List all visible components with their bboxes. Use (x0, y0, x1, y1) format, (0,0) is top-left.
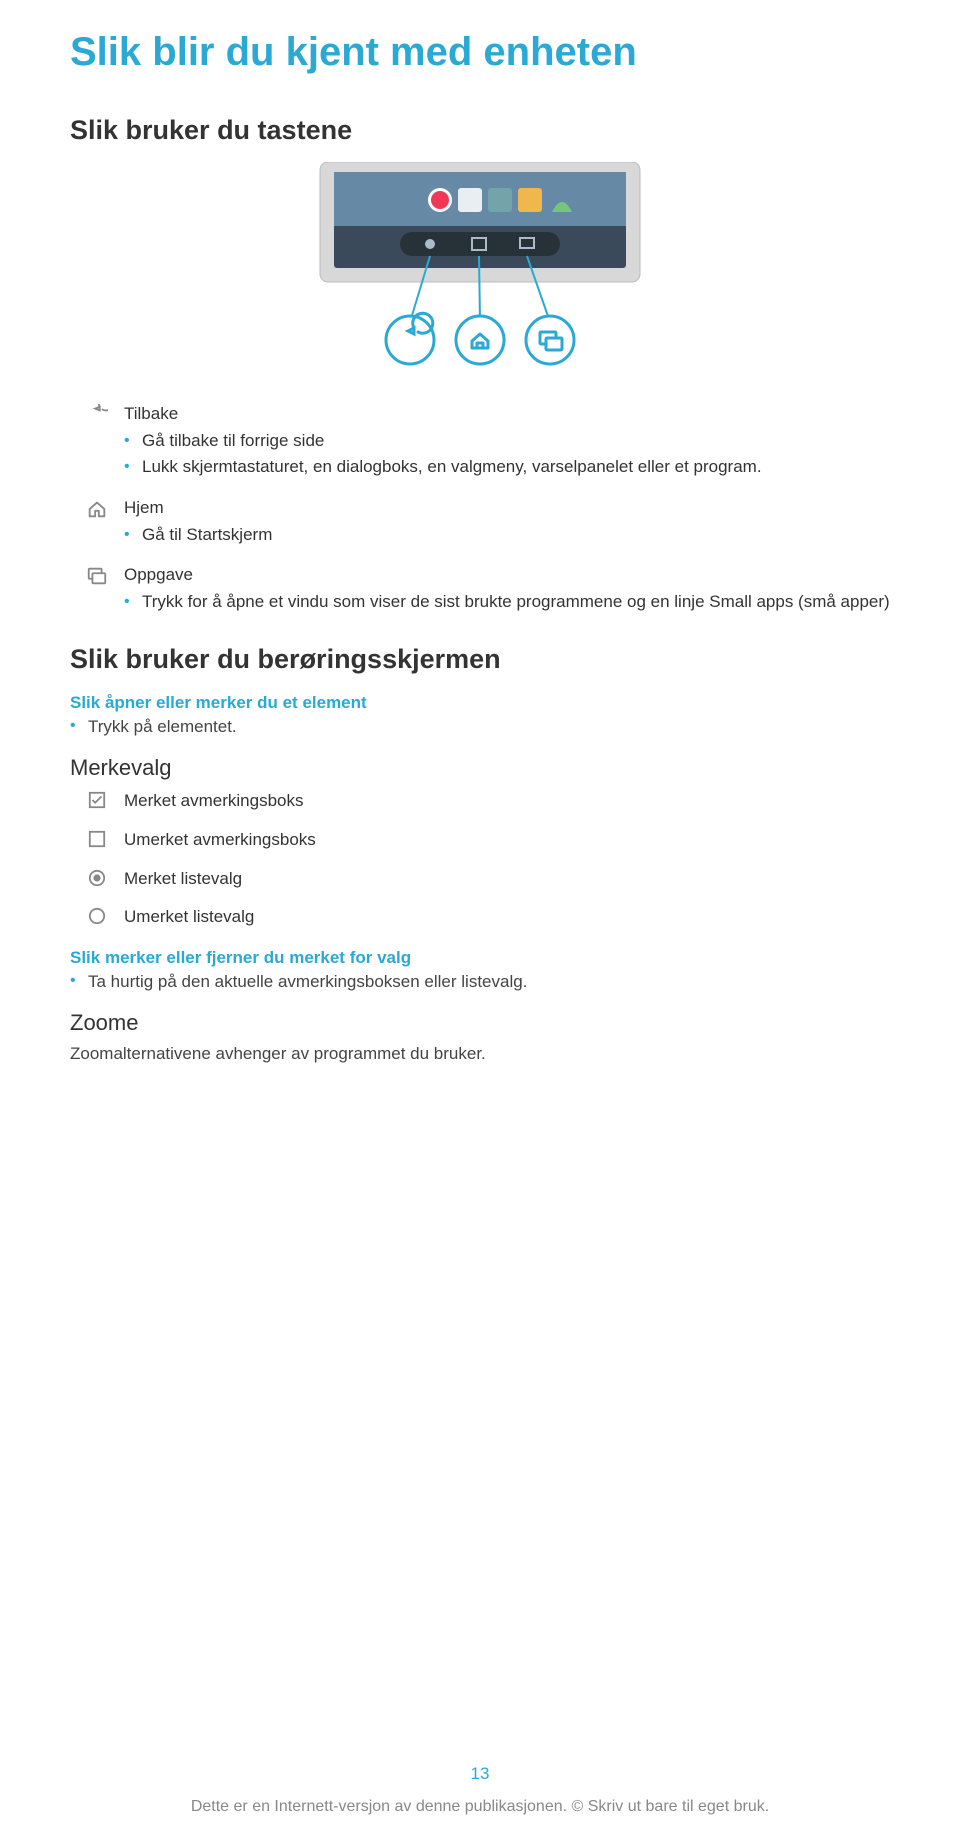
merke-label: Umerket avmerkingsboks (124, 828, 890, 853)
zoome-text: Zoomalternativene avhenger av programmet… (70, 1044, 890, 1064)
section-buttons-heading: Slik bruker du tastene (70, 115, 890, 146)
merke-label: Merket avmerkingsboks (124, 789, 890, 814)
key-label: Tilbake (124, 402, 890, 427)
key-label: Oppgave (124, 563, 890, 588)
page-number: 13 (0, 1764, 960, 1784)
bullet-text: Gå til Startskjerm (142, 523, 890, 548)
merke-row-checked-box: Merket avmerkingsboks (70, 789, 890, 814)
back-icon (70, 402, 124, 426)
merke-label: Merket listevalg (124, 867, 890, 892)
footer-disclaimer: Dette er en Internett-versjon av denne p… (0, 1798, 960, 1816)
tablet-illustration (70, 162, 890, 372)
merke-row-unchecked-box: Umerket avmerkingsboks (70, 828, 890, 853)
key-row-home: Hjem Gå til Startskjerm (70, 496, 890, 549)
merke-label: Umerket listevalg (124, 905, 890, 930)
task-icon (70, 563, 124, 587)
page-title: Slik blir du kjent med enheten (70, 30, 890, 75)
section-touch-heading: Slik bruker du berøringsskjermen (70, 644, 890, 675)
merkevalg-heading: Merkevalg (70, 755, 890, 781)
radio-unchecked-icon (70, 905, 124, 925)
merke-row-unchecked-radio: Umerket listevalg (70, 905, 890, 930)
key-row-back: Tilbake Gå tilbake til forrige side Lukk… (70, 402, 890, 482)
subsection-mark: Slik merker eller fjerner du merket for … (70, 948, 890, 968)
checkbox-checked-icon (70, 789, 124, 809)
bullet-text: Trykk for å åpne et vindu som viser de s… (142, 590, 890, 615)
radio-checked-icon (70, 867, 124, 887)
key-label: Hjem (124, 496, 890, 521)
home-icon (70, 496, 124, 520)
merke-row-checked-radio: Merket listevalg (70, 867, 890, 892)
bullet-text: Gå tilbake til forrige side (142, 429, 890, 454)
instruction-text: Ta hurtig på den aktuelle avmerkingsboks… (88, 972, 890, 992)
checkbox-unchecked-icon (70, 828, 124, 848)
bullet-text: Lukk skjermtastaturet, en dialogboks, en… (142, 455, 890, 480)
instruction-text: Trykk på elementet. (88, 717, 890, 737)
page-footer: 13 Dette er en Internett-versjon av denn… (0, 1764, 960, 1816)
key-row-task: Oppgave Trykk for å åpne et vindu som vi… (70, 563, 890, 616)
zoome-heading: Zoome (70, 1010, 890, 1036)
subsection-open-element: Slik åpner eller merker du et element (70, 693, 890, 713)
